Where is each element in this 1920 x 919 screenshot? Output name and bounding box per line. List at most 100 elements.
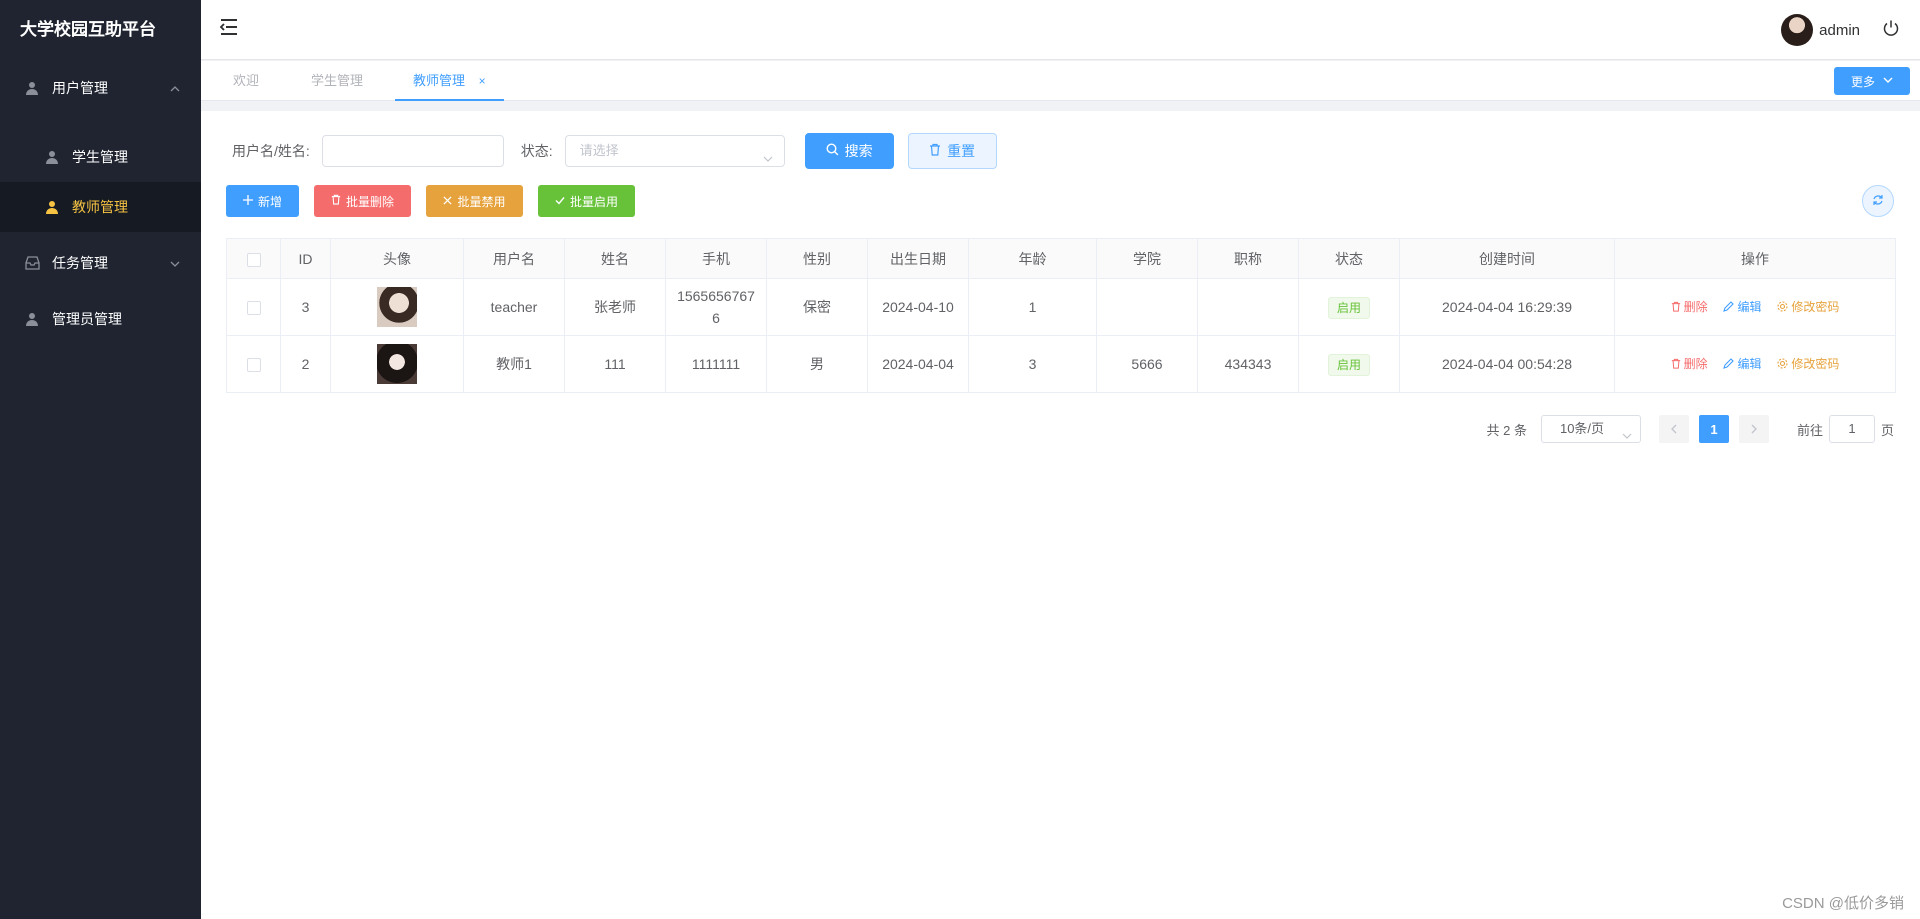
cell-age: 3	[968, 335, 1097, 393]
inbox-icon	[24, 255, 40, 271]
sidebar-item-admin-mgmt[interactable]: 管理员管理	[0, 291, 201, 347]
tab-teacher[interactable]: 教师管理 ×	[395, 61, 504, 101]
cell-birth: 2024-04-04	[867, 335, 969, 393]
column-header: 操作	[1614, 238, 1896, 279]
cell-age: 1	[968, 278, 1097, 336]
user-menu[interactable]: admin	[1781, 14, 1860, 46]
power-icon[interactable]	[1882, 19, 1902, 39]
edit-icon	[1723, 301, 1735, 313]
sidebar-item-label: 用户管理	[52, 80, 108, 96]
chevron-up-icon	[169, 82, 181, 94]
column-header: ID	[280, 238, 331, 279]
goto-page-input[interactable]: 1	[1828, 415, 1875, 443]
sidebar-item-task-mgmt[interactable]: 任务管理	[0, 235, 201, 291]
search-form: 用户名/姓名: 状态: 请选择 搜索 重置	[232, 133, 997, 169]
edit-icon	[1723, 358, 1735, 370]
submenu-user-mgmt: 学生管理 教师管理	[0, 116, 201, 232]
user-icon	[44, 149, 60, 165]
page-unit-label: 页	[1880, 422, 1894, 438]
column-header: 年龄	[968, 238, 1097, 279]
plus-icon	[242, 194, 253, 208]
cell-avatar	[330, 278, 464, 336]
teacher-table: ID 头像 用户名 姓名 手机 性别 出生日期 年龄 学院 职称 状态 创建时间…	[226, 238, 1896, 393]
sidebar-item-student-mgmt[interactable]: 学生管理	[0, 132, 201, 182]
close-icon	[443, 194, 453, 208]
column-header: 创建时间	[1399, 238, 1615, 279]
next-page-button[interactable]	[1738, 415, 1769, 443]
more-button[interactable]: 更多	[1834, 67, 1910, 95]
username: admin	[1819, 21, 1860, 39]
sidebar-item-user-mgmt[interactable]: 用户管理	[0, 60, 201, 116]
action-toolbar: 新增 批量删除 批量禁用 批量启用	[226, 185, 635, 217]
status-badge: 启用	[1327, 296, 1370, 319]
column-header: 手机	[665, 238, 767, 279]
status-select[interactable]: 请选择	[564, 135, 785, 167]
status-label: 状态:	[520, 143, 553, 159]
column-header: 姓名	[564, 238, 666, 279]
avatar	[377, 287, 417, 327]
goto-label: 前往	[1796, 422, 1823, 438]
add-button[interactable]: 新增	[226, 185, 299, 217]
name-input[interactable]	[321, 135, 504, 167]
avatar	[377, 344, 417, 384]
sidebar-item-label: 管理员管理	[52, 311, 122, 327]
main-content: 用户名/姓名: 状态: 请选择 搜索 重置 新增 批量删除 批量禁用 批量启用 …	[201, 111, 1920, 919]
gear-icon	[1777, 301, 1788, 312]
select-all-checkbox[interactable]	[246, 252, 261, 267]
cell-id: 3	[280, 278, 331, 336]
chevron-down-icon	[1883, 74, 1893, 88]
cell-id: 2	[280, 335, 331, 393]
cell-college	[1096, 278, 1198, 336]
row-checkbox[interactable]	[246, 301, 261, 316]
cell-avatar	[330, 335, 464, 393]
batch-delete-button[interactable]: 批量删除	[314, 185, 411, 217]
cell-created: 2024-04-04 00:54:28	[1399, 335, 1615, 393]
row-checkbox[interactable]	[246, 358, 261, 373]
cell-college: 5666	[1096, 335, 1198, 393]
batch-disable-button[interactable]: 批量禁用	[426, 185, 523, 217]
menu-fold-icon[interactable]	[219, 18, 241, 38]
page-size-select[interactable]: 10条/页	[1540, 415, 1641, 443]
prev-page-button[interactable]	[1658, 415, 1689, 443]
trash-icon	[1671, 359, 1680, 369]
tab-student[interactable]: 学生管理	[293, 61, 381, 101]
cell-phone: 1111111	[665, 335, 767, 393]
tab-welcome[interactable]: 欢迎	[215, 61, 277, 101]
sidebar-item-label: 教师管理	[72, 199, 128, 215]
cell-birth: 2024-04-10	[867, 278, 969, 336]
cell-gender: 男	[766, 335, 868, 393]
user-icon	[24, 311, 40, 327]
cell-title: 434343	[1197, 335, 1299, 393]
change-password-link[interactable]: 修改密码	[1777, 353, 1839, 375]
cell-name: 张老师	[564, 278, 666, 336]
column-header: 出生日期	[867, 238, 969, 279]
sidebar-item-teacher-mgmt[interactable]: 教师管理	[0, 182, 201, 232]
reset-button[interactable]: 重置	[907, 133, 997, 169]
column-header: 职称	[1197, 238, 1299, 279]
refresh-button[interactable]	[1862, 185, 1894, 217]
batch-enable-button[interactable]: 批量启用	[538, 185, 635, 217]
column-header: 用户名	[463, 238, 565, 279]
watermark: CSDN @低价多销	[1782, 895, 1904, 912]
chevron-right-icon	[1751, 424, 1757, 434]
table-row: 2 教师1 111 1111111 男 2024-04-04 3 5666 43…	[226, 335, 1896, 393]
search-button[interactable]: 搜索	[804, 133, 894, 169]
cell-title	[1197, 278, 1299, 336]
gear-icon	[1777, 358, 1788, 369]
delete-link[interactable]: 删除	[1671, 296, 1708, 318]
trash-icon	[331, 194, 341, 208]
chevron-left-icon	[1671, 424, 1677, 434]
change-password-link[interactable]: 修改密码	[1777, 296, 1839, 318]
edit-link[interactable]: 编辑	[1723, 296, 1762, 318]
close-icon[interactable]: ×	[479, 74, 486, 88]
delete-link[interactable]: 删除	[1671, 353, 1708, 375]
tabs-bar: 欢迎 学生管理 教师管理 × 更多	[201, 61, 1920, 101]
search-icon	[826, 143, 839, 159]
page-number-current[interactable]: 1	[1698, 415, 1729, 443]
status-badge: 启用	[1327, 353, 1370, 376]
column-header: 学院	[1096, 238, 1198, 279]
edit-link[interactable]: 编辑	[1723, 353, 1762, 375]
cell-name: 111	[564, 335, 666, 393]
app-title: 大学校园互助平台	[20, 20, 156, 39]
cell-username: teacher	[463, 278, 565, 336]
